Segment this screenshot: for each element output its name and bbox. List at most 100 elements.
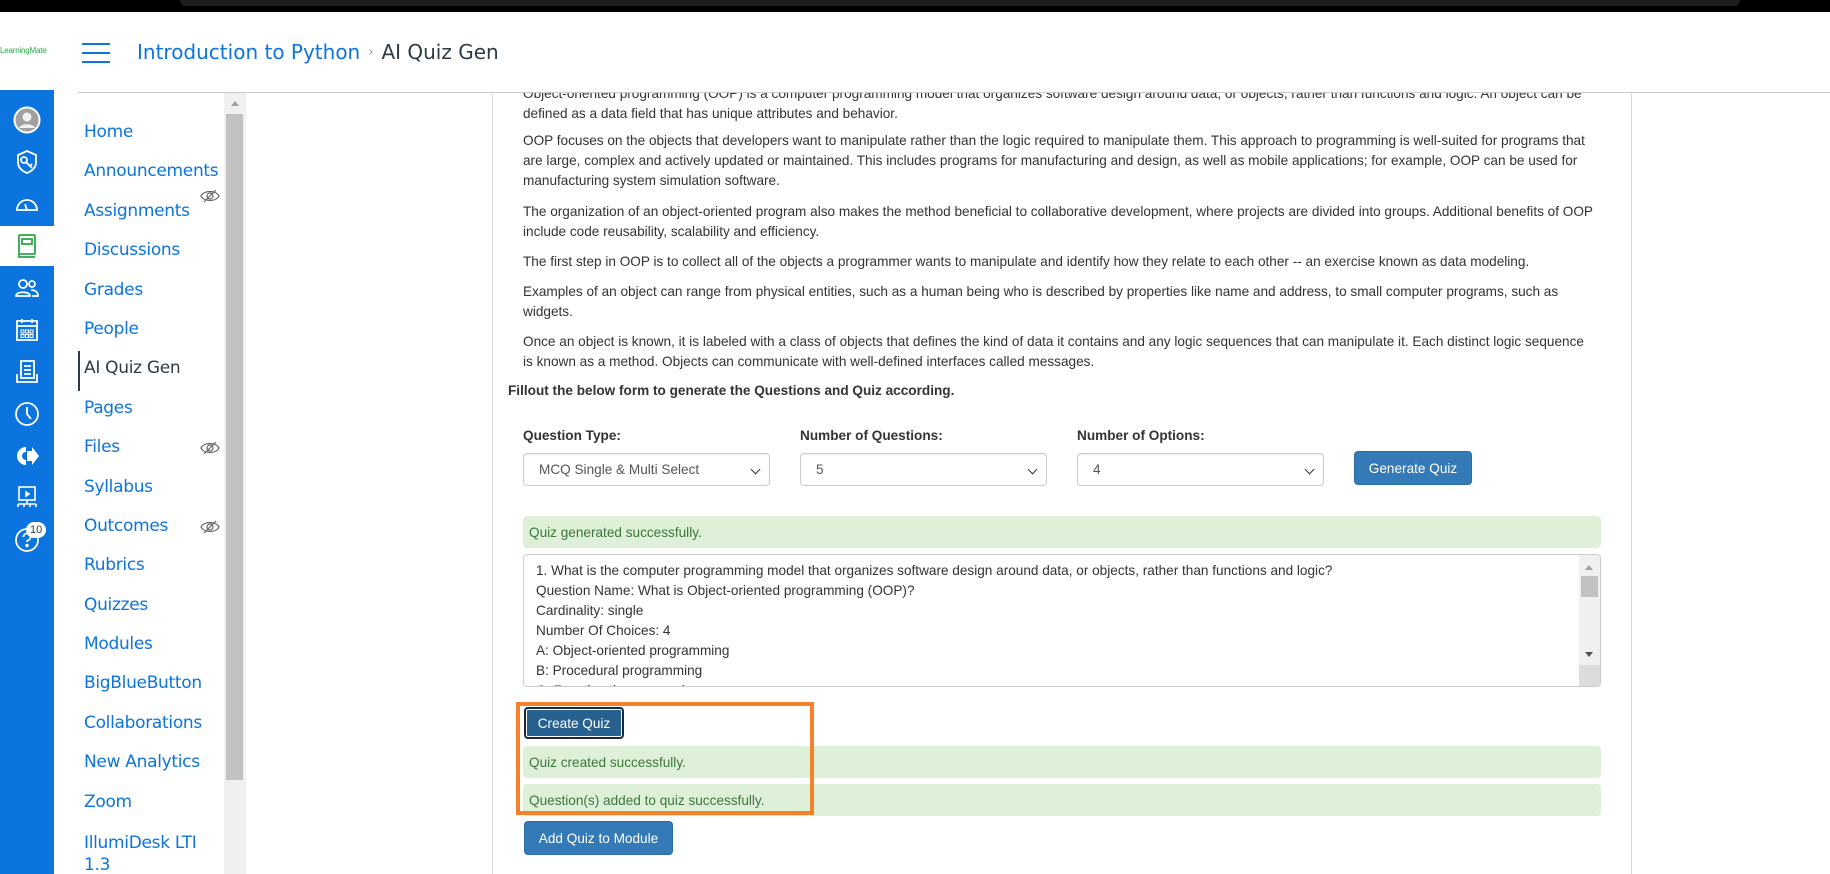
hamburger-icon xyxy=(82,43,110,45)
content-paragraph: The organization of an object-oriented p… xyxy=(523,204,1593,239)
breadcrumb: Introduction to Python › AI Quiz Gen xyxy=(137,40,499,64)
generate-quiz-button[interactable]: Generate Quiz xyxy=(1354,451,1472,485)
global-nav-calendar[interactable] xyxy=(0,310,54,350)
course-nav-illumidesk[interactable]: IllumiDesk LTI 1.3 xyxy=(84,832,202,874)
hidden-eye-icon xyxy=(200,189,220,203)
course-nav-quizzes[interactable]: Quizzes xyxy=(84,595,148,615)
questions-added-alert: Question(s) added to quiz successfully. xyxy=(523,784,1601,816)
hidden-eye-icon xyxy=(200,441,220,455)
output-line: Number Of Choices: 4 xyxy=(536,623,671,638)
add-quiz-to-module-button[interactable]: Add Quiz to Module xyxy=(524,821,673,855)
global-nav-account[interactable] xyxy=(0,100,54,140)
clock-icon xyxy=(15,402,39,426)
browser-top-bar xyxy=(0,0,1830,12)
course-nav-people[interactable]: People xyxy=(84,319,139,339)
global-nav-commons[interactable] xyxy=(0,436,54,476)
browser-tab-strip xyxy=(180,0,1740,6)
output-line: Question Name: What is Object-oriented p… xyxy=(536,583,915,598)
chevron-down-icon xyxy=(750,464,761,475)
course-nav-new-analytics[interactable]: New Analytics xyxy=(84,752,200,772)
calendar-icon xyxy=(16,319,38,341)
global-nav-groups[interactable] xyxy=(0,268,54,308)
course-nav-files[interactable]: Files xyxy=(84,437,120,457)
course-nav-scrollbar[interactable] xyxy=(224,93,246,874)
global-nav: LearningMate 10 xyxy=(0,12,54,874)
global-nav-courses[interactable] xyxy=(0,226,54,266)
chevron-down-icon xyxy=(1027,464,1038,475)
output-line: B: Procedural programming xyxy=(536,663,703,678)
num-questions-select[interactable]: 5 xyxy=(800,453,1047,486)
help-notification-badge: 10 xyxy=(26,522,47,538)
course-nav-home[interactable]: Home xyxy=(84,122,133,142)
course-nav-grades[interactable]: Grades xyxy=(84,280,143,300)
output-line: Cardinality: single xyxy=(536,603,644,618)
content-paragraph: The first step in OOP is to collect all … xyxy=(523,254,1530,269)
hidden-eye-icon xyxy=(200,520,220,534)
course-nav-discussions[interactable]: Discussions xyxy=(84,240,180,260)
question-type-value: MCQ Single & Multi Select xyxy=(539,462,700,477)
people-icon xyxy=(15,279,39,297)
quiz-created-alert: Quiz created successfully. xyxy=(523,746,1601,778)
global-nav-dashboard[interactable] xyxy=(0,184,54,224)
menu-toggle-button[interactable] xyxy=(82,43,110,63)
course-nav-modules[interactable]: Modules xyxy=(84,634,153,654)
course-nav-rubrics[interactable]: Rubrics xyxy=(84,555,145,575)
scroll-up-arrow-icon[interactable] xyxy=(1585,565,1593,570)
content-paragraph: Once an object is known, it is labeled w… xyxy=(523,334,1584,369)
learningmate-logo[interactable]: LearningMate xyxy=(0,46,54,55)
scroll-up-arrow-icon[interactable] xyxy=(231,101,239,106)
share-arrow-icon xyxy=(17,447,39,465)
textarea-scrollbar[interactable] xyxy=(1579,555,1600,686)
speedometer-icon xyxy=(16,199,38,211)
num-options-label: Number of Options: xyxy=(1077,428,1205,443)
output-line: A: Object-oriented programming xyxy=(536,643,730,658)
content-paragraph: Examples of an object can range from phy… xyxy=(523,284,1559,319)
generated-questions-textarea[interactable]: 1. What is the computer programming mode… xyxy=(523,554,1601,687)
content-paragraph: OOP focuses on the objects that develope… xyxy=(523,133,1585,188)
num-options-value: 4 xyxy=(1093,462,1101,477)
content-paragraph: Object-oriented programming (OOP) is a c… xyxy=(523,93,1582,121)
hamburger-line xyxy=(82,61,110,63)
global-nav-rail: 10 xyxy=(0,90,54,874)
global-nav-help[interactable]: 10 xyxy=(0,520,54,560)
question-type-select[interactable]: MCQ Single & Multi Select xyxy=(523,453,770,486)
course-nav-zoom[interactable]: Zoom xyxy=(84,792,132,812)
course-nav-assignments[interactable]: Assignments xyxy=(84,201,190,221)
course-nav-syllabus[interactable]: Syllabus xyxy=(84,477,153,497)
scrollbar-thumb[interactable] xyxy=(226,114,243,780)
course-nav-collaborations[interactable]: Collaborations xyxy=(84,713,202,733)
breadcrumb-separator: › xyxy=(368,44,374,60)
scrollbar-thumb[interactable] xyxy=(1581,576,1598,597)
num-questions-label: Number of Questions: xyxy=(800,428,943,443)
num-questions-value: 5 xyxy=(816,462,824,477)
create-quiz-button[interactable]: Create Quiz xyxy=(524,707,624,739)
generated-questions-text: 1. What is the computer programming mode… xyxy=(536,561,1333,686)
course-nav-pages[interactable]: Pages xyxy=(84,398,133,418)
chevron-down-icon xyxy=(1304,464,1315,475)
scroll-down-arrow-icon[interactable] xyxy=(1585,652,1593,657)
form-instruction: Fillout the below form to generate the Q… xyxy=(508,383,955,398)
num-options-select[interactable]: 4 xyxy=(1077,453,1324,486)
book-icon xyxy=(18,234,36,258)
output-line: C: Functional programming xyxy=(536,681,1332,686)
course-nav-ai-quiz-gen[interactable]: AI Quiz Gen xyxy=(84,358,181,378)
resize-grip-icon[interactable] xyxy=(1579,665,1600,686)
page-header: Introduction to Python › AI Quiz Gen xyxy=(54,12,1830,92)
breadcrumb-current: AI Quiz Gen xyxy=(381,40,499,64)
active-indicator xyxy=(78,351,80,391)
hamburger-line xyxy=(82,52,110,54)
global-nav-studio[interactable] xyxy=(0,478,54,518)
global-nav-history[interactable] xyxy=(0,394,54,434)
shield-key-icon xyxy=(17,150,37,174)
course-nav-announcements[interactable]: Announcements xyxy=(84,161,219,181)
global-nav-admin[interactable] xyxy=(0,142,54,182)
presentation-icon xyxy=(17,486,37,507)
breadcrumb-course-link[interactable]: Introduction to Python xyxy=(137,40,360,64)
global-nav-inbox[interactable] xyxy=(0,352,54,392)
question-type-label: Question Type: xyxy=(523,428,621,443)
avatar-icon xyxy=(13,106,41,134)
output-line: 1. What is the computer programming mode… xyxy=(536,563,1333,578)
course-nav-bigbluebutton[interactable]: BigBlueButton xyxy=(84,673,202,693)
main-content: Object-oriented programming (OOP) is a c… xyxy=(492,93,1632,874)
course-nav-outcomes[interactable]: Outcomes xyxy=(84,516,168,536)
